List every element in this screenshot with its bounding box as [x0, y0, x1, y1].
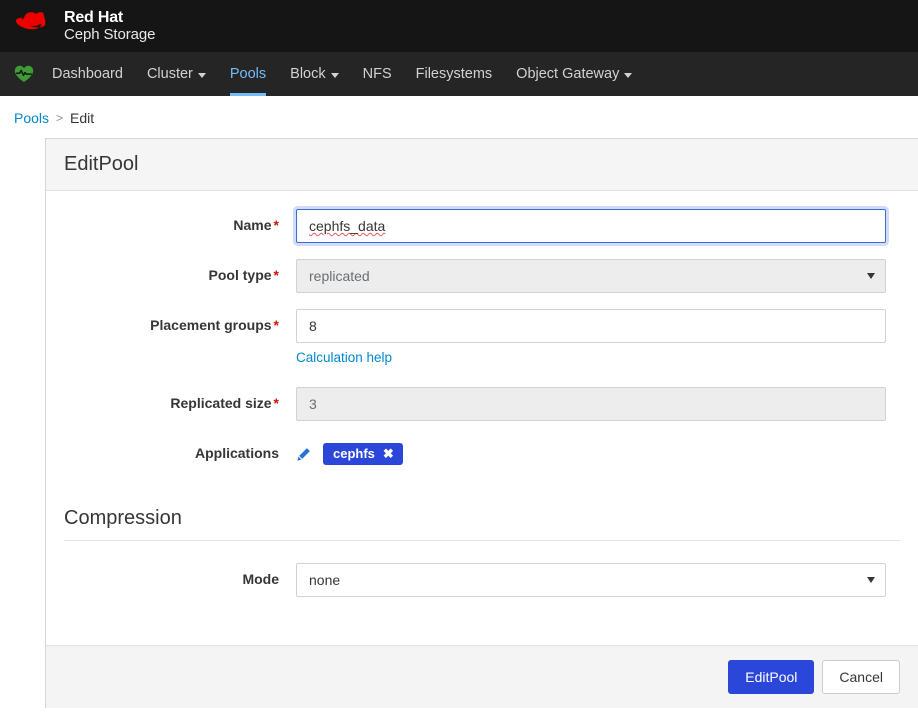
- replicated-size-value: 3: [309, 396, 317, 412]
- required-asterisk: *: [273, 317, 279, 333]
- nav-item-nfs[interactable]: NFS: [351, 52, 404, 96]
- form-row-replicated-size: Replicated size * 3: [64, 387, 900, 421]
- name-label-text: Name: [233, 217, 272, 233]
- heart-pulse-glyph: [14, 65, 34, 82]
- nav-item-label: Object Gateway: [516, 66, 620, 82]
- section-divider: [64, 540, 900, 541]
- pool-type-value: replicated: [309, 268, 370, 284]
- close-icon[interactable]: ✖: [383, 447, 394, 460]
- applications-row: cephfs ✖: [296, 437, 886, 471]
- placement-groups-input[interactable]: 8: [296, 309, 886, 343]
- breadcrumb-item-pools[interactable]: Pools: [14, 110, 49, 126]
- placement-groups-label: Placement groups *: [64, 309, 296, 333]
- nav-item-label: Pools: [229, 66, 267, 82]
- required-asterisk: *: [273, 395, 279, 411]
- placement-groups-control: 8 Calculation help: [296, 309, 886, 367]
- replicated-size-label: Replicated size *: [64, 387, 296, 411]
- nav-item-label: Dashboard: [52, 66, 123, 82]
- form-row-placement-groups: Placement groups * 8 Calculation help: [64, 309, 900, 367]
- compression-mode-select[interactable]: none: [296, 563, 886, 597]
- chevron-down-icon: [197, 72, 206, 78]
- cancel-button[interactable]: Cancel: [822, 659, 900, 694]
- replicated-size-input[interactable]: 3: [296, 387, 886, 421]
- applications-label: Applications: [64, 437, 296, 461]
- pool-type-select[interactable]: replicated: [296, 259, 886, 293]
- name-input[interactable]: cephfs_data: [296, 209, 886, 243]
- application-badge-cephfs[interactable]: cephfs ✖: [323, 443, 403, 465]
- nav-item-block[interactable]: Block: [278, 52, 350, 96]
- form-row-name: Name * cephfs_data: [64, 209, 900, 243]
- form-row-applications: Applications cephfs ✖: [64, 437, 900, 471]
- compression-section-title: Compression: [64, 507, 182, 529]
- breadcrumb-item-edit: Edit: [70, 110, 95, 126]
- compression-mode-value: none: [309, 572, 341, 588]
- pool-type-control: replicated: [296, 259, 886, 293]
- active-tab-indicator: [229, 93, 267, 96]
- breadcrumb: Pools > Edit: [0, 96, 918, 138]
- brand-subtitle: Ceph Storage: [64, 25, 156, 43]
- placement-groups-label-text: Placement groups: [150, 317, 272, 333]
- nav-item-pools[interactable]: Pools: [218, 52, 278, 96]
- red-hat-fedora-logo: [16, 12, 46, 30]
- chevron-down-icon: [624, 72, 633, 78]
- edit-pool-submit-button[interactable]: EditPool: [728, 659, 815, 694]
- name-input-value: cephfs_data: [309, 218, 386, 234]
- nav-item-object-gateway[interactable]: Object Gateway: [504, 52, 644, 96]
- placement-groups-value: 8: [309, 318, 317, 334]
- edit-pool-form: Name * cephfs_data Pool type * replicated: [46, 191, 918, 645]
- calculation-help-link[interactable]: Calculation help: [296, 350, 392, 365]
- compression-mode-label: Mode: [64, 563, 296, 587]
- application-badge-label: cephfs: [333, 446, 375, 461]
- chevron-down-icon: [330, 72, 339, 78]
- nav-item-filesystems[interactable]: Filesystems: [404, 52, 505, 96]
- card-title: EditPool: [46, 139, 918, 191]
- required-asterisk: *: [273, 267, 279, 283]
- replicated-size-control: 3: [296, 387, 886, 421]
- pool-type-label: Pool type *: [64, 259, 296, 283]
- nav-item-label: Block: [290, 66, 326, 82]
- masthead: Red Hat Ceph Storage: [0, 0, 918, 52]
- brand-text: Red Hat Ceph Storage: [64, 9, 155, 42]
- breadcrumb-separator-icon: >: [56, 111, 64, 125]
- page-content: EditPool Name* cephfs_data Pool type*: [0, 138, 918, 708]
- pencil-glyph: [297, 447, 310, 461]
- form-row-pool-type: Pool type * replicated: [64, 259, 900, 293]
- applications-label-text: Applications: [194, 445, 279, 461]
- pencil-icon[interactable]: [296, 447, 311, 462]
- nav-item-label: Filesystems: [415, 66, 493, 82]
- main-navigation: Dashboard Cluster Pools Block NFS Filesy…: [0, 52, 918, 96]
- name-control: cephfs_data: [296, 209, 886, 243]
- compression-mode-label-text: Mode: [242, 571, 279, 587]
- nav-item-label: NFS: [362, 66, 392, 82]
- brand[interactable]: Red Hat Ceph Storage: [16, 9, 155, 42]
- card-footer: EditPool Cancel: [46, 644, 918, 708]
- form-row-compression-mode: Mode none: [64, 563, 900, 597]
- name-label: Name *: [64, 209, 296, 233]
- replicated-size-label-text: Replicated size: [170, 395, 272, 411]
- applications-control: cephfs ✖: [296, 437, 886, 471]
- nav-item-label: Cluster: [146, 66, 193, 82]
- heart-pulse-icon[interactable]: [8, 52, 40, 96]
- nav-item-dashboard[interactable]: Dashboard: [40, 52, 135, 96]
- edit-pool-card: EditPool Name* cephfs_data Pool type*: [45, 138, 918, 708]
- pool-type-label-text: Pool type: [208, 267, 272, 283]
- compression-mode-control: none: [296, 563, 886, 597]
- nav-item-cluster[interactable]: Cluster: [135, 52, 218, 96]
- brand-title: Red Hat: [64, 9, 124, 27]
- required-asterisk: *: [273, 217, 279, 233]
